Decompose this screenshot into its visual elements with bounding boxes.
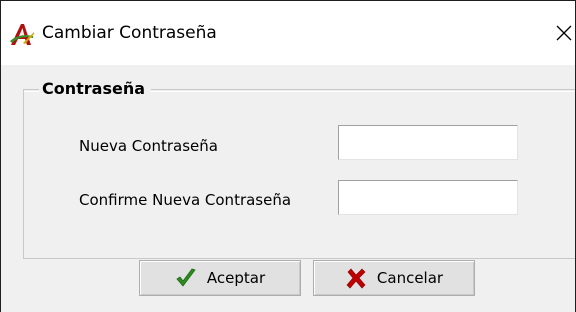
dialog-body: Contraseña Nueva Contraseña Confirme Nue…	[1, 65, 575, 312]
cancel-button[interactable]: Cancelar	[313, 260, 475, 296]
app-logo-icon	[9, 21, 35, 47]
accept-button-label: Aceptar	[206, 269, 266, 287]
new-password-input[interactable]	[338, 125, 518, 160]
change-password-dialog: Cambiar Contraseña Contraseña Nueva Cont…	[0, 0, 576, 312]
title-bar: Cambiar Contraseña	[1, 1, 575, 65]
close-button[interactable]	[553, 15, 575, 51]
x-mark-icon	[345, 267, 367, 289]
confirm-password-label: Confirme Nueva Contraseña	[79, 191, 292, 209]
window-title: Cambiar Contraseña	[42, 23, 217, 43]
accept-button[interactable]: Aceptar	[139, 260, 301, 296]
close-icon	[556, 25, 572, 41]
confirm-password-input[interactable]	[338, 180, 518, 215]
cancel-button-label: Cancelar	[376, 269, 444, 287]
new-password-label: Nueva Contraseña	[79, 137, 218, 155]
groupbox-legend: Contraseña	[39, 77, 152, 101]
checkmark-icon	[175, 267, 197, 289]
password-groupbox	[23, 89, 575, 259]
